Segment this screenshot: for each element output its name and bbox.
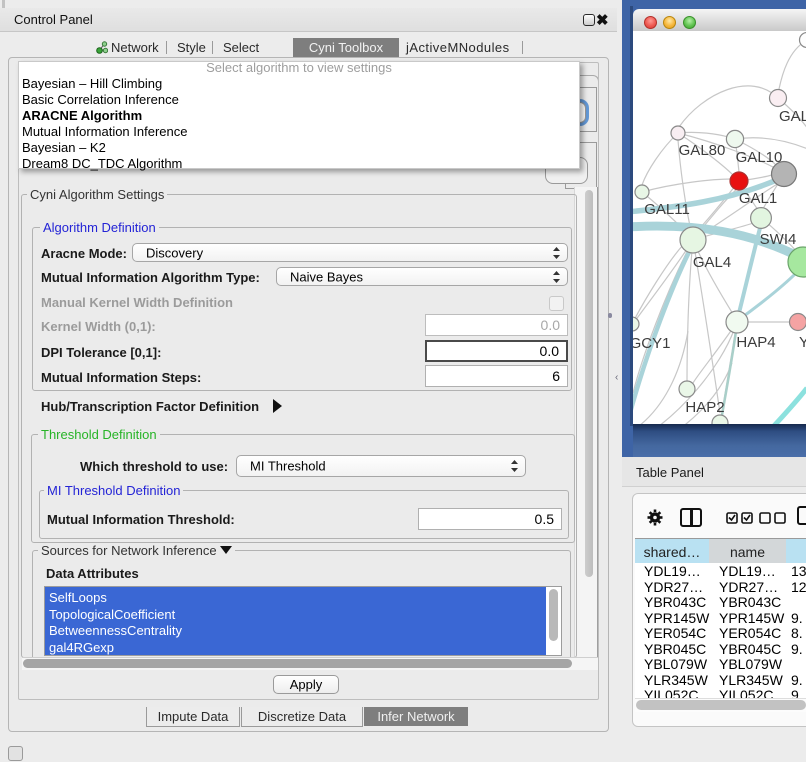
svg-text:GAL80: GAL80	[679, 142, 726, 159]
svg-text:HAP2: HAP2	[685, 399, 724, 416]
svg-text:Y: Y	[799, 334, 806, 351]
svg-text:GAL4: GAL4	[693, 254, 731, 271]
svg-text:GCY1: GCY1	[633, 335, 670, 352]
svg-text:HAP4: HAP4	[736, 334, 775, 351]
svg-text:GAL10: GAL10	[736, 149, 783, 166]
svg-text:GAL7: GAL7	[779, 108, 806, 125]
svg-text:SWI4: SWI4	[760, 231, 797, 248]
svg-text:GAL11: GAL11	[644, 201, 690, 218]
svg-text:GAL1: GAL1	[739, 190, 777, 207]
